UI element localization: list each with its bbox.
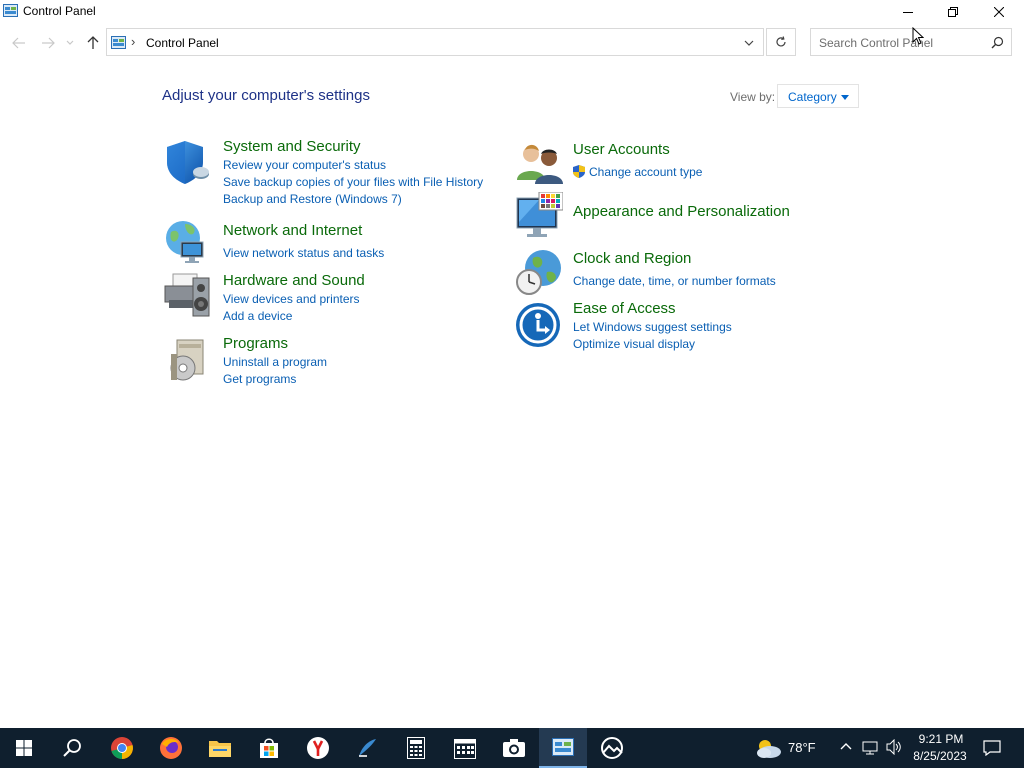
taskbar-camera[interactable] — [490, 728, 538, 768]
restore-icon — [948, 7, 958, 17]
back-button[interactable] — [10, 34, 28, 52]
programs-disc-icon[interactable] — [163, 336, 211, 384]
clock-globe-icon[interactable] — [515, 248, 563, 296]
taskbar-firefox[interactable] — [147, 728, 195, 768]
close-icon — [994, 7, 1004, 17]
link-review-computer-status[interactable]: Review your computer's status — [223, 158, 386, 172]
notification-icon — [983, 740, 1001, 756]
chrome-icon — [111, 737, 133, 759]
shield-icon[interactable] — [163, 138, 211, 186]
recent-locations-button[interactable] — [64, 34, 76, 52]
taskbar-photos[interactable] — [588, 728, 636, 768]
taskbar-yandex[interactable] — [294, 728, 342, 768]
search-input[interactable]: Search Control Panel — [810, 28, 1012, 56]
weather-cloudy-icon — [757, 740, 781, 758]
uac-shield-icon — [573, 165, 585, 178]
taskbar-file-explorer[interactable] — [196, 728, 244, 768]
clock-date[interactable]: 8/25/2023 — [908, 749, 972, 763]
address-bar[interactable]: › Control Panel — [106, 28, 764, 56]
category-title-user-accounts[interactable]: User Accounts — [573, 141, 670, 158]
taskbar-calculator[interactable] — [392, 728, 440, 768]
up-button[interactable] — [84, 34, 102, 52]
view-by-dropdown[interactable]: Category — [777, 84, 859, 108]
link-add-a-device[interactable]: Add a device — [223, 309, 292, 323]
control-panel-icon — [552, 738, 574, 756]
control-panel-icon — [111, 36, 126, 49]
chevron-up-icon[interactable] — [840, 742, 852, 750]
search-icon[interactable] — [991, 36, 1004, 49]
mouse-cursor-icon — [912, 27, 924, 45]
view-by-value[interactable]: Category — [788, 90, 837, 104]
category-title-hardware-and-sound[interactable]: Hardware and Sound — [223, 272, 365, 289]
store-icon — [260, 738, 278, 758]
address-history-button[interactable] — [740, 35, 758, 51]
file-explorer-icon — [209, 741, 231, 757]
calculator-icon — [407, 737, 425, 759]
refresh-button[interactable] — [766, 28, 796, 56]
users-icon[interactable] — [515, 140, 563, 188]
network-icon[interactable] — [862, 740, 880, 756]
view-by-label: View by: — [730, 90, 776, 104]
close-button[interactable] — [976, 0, 1022, 24]
category-title-programs[interactable]: Programs — [223, 335, 288, 352]
caret-down-icon — [841, 95, 849, 100]
app-icon — [359, 739, 376, 757]
taskbar-app[interactable] — [343, 728, 391, 768]
link-change-account-type[interactable]: Change account type — [589, 165, 702, 179]
minimize-button[interactable] — [885, 0, 931, 24]
category-title-ease-of-access[interactable]: Ease of Access — [573, 300, 676, 317]
network-globe-icon[interactable] — [163, 218, 211, 266]
chevron-down-icon — [66, 40, 74, 45]
link-windows-suggest-settings[interactable]: Let Windows suggest settings — [573, 320, 732, 334]
yandex-icon — [307, 737, 329, 759]
link-network-status[interactable]: View network status and tasks — [223, 246, 384, 260]
arrow-right-icon — [42, 37, 55, 49]
taskbar-store[interactable] — [245, 728, 293, 768]
link-uninstall-program[interactable]: Uninstall a program — [223, 355, 327, 369]
weather-temperature[interactable]: 78°F — [788, 740, 816, 755]
window-title: Control Panel — [23, 4, 96, 18]
link-devices-and-printers[interactable]: View devices and printers — [223, 292, 360, 306]
camera-icon — [503, 739, 525, 757]
page-title: Adjust your computer's settings — [162, 87, 370, 104]
windows-logo-icon — [16, 740, 32, 756]
arrow-left-icon — [12, 37, 25, 49]
printer-speaker-icon[interactable] — [163, 272, 211, 320]
taskbar-calendar[interactable] — [441, 728, 489, 768]
link-optimize-visual-display[interactable]: Optimize visual display — [573, 337, 695, 351]
forward-button[interactable] — [39, 34, 57, 52]
minimize-icon — [903, 12, 913, 13]
taskbar-search-button[interactable] — [48, 728, 96, 768]
notifications-button[interactable] — [970, 728, 1014, 768]
ease-of-access-icon[interactable] — [515, 302, 563, 350]
breadcrumb[interactable]: Control Panel — [146, 36, 219, 50]
category-title-appearance-and-personalization[interactable]: Appearance and Personalization — [573, 203, 790, 220]
control-panel-icon — [3, 4, 18, 17]
taskbar: 78°F 9:21 PM 8/25/2023 — [0, 728, 1024, 768]
taskbar-chrome[interactable] — [98, 728, 146, 768]
category-title-system-and-security[interactable]: System and Security — [223, 138, 361, 155]
refresh-icon — [776, 36, 786, 47]
firefox-icon — [160, 737, 182, 759]
restore-button[interactable] — [930, 0, 976, 24]
taskbar-control-panel[interactable] — [539, 728, 587, 768]
link-file-history-backup[interactable]: Save backup copies of your files with Fi… — [223, 175, 483, 189]
category-title-clock-and-region[interactable]: Clock and Region — [573, 250, 691, 267]
link-backup-and-restore[interactable]: Backup and Restore (Windows 7) — [223, 192, 402, 206]
search-icon — [63, 739, 81, 757]
category-title-network-and-internet[interactable]: Network and Internet — [223, 222, 362, 239]
title-bar: Control Panel — [0, 0, 1024, 24]
clock-time[interactable]: 9:21 PM — [912, 732, 970, 746]
navigation-bar: › Control Panel Search Control Panel — [0, 28, 1024, 58]
chevron-down-icon — [744, 40, 754, 46]
start-button[interactable] — [0, 728, 48, 768]
calendar-icon — [454, 739, 476, 759]
arrow-up-icon — [87, 36, 99, 49]
volume-icon[interactable] — [885, 739, 903, 755]
breadcrumb-separator[interactable]: › — [131, 34, 135, 49]
link-date-time-formats[interactable]: Change date, time, or number formats — [573, 274, 776, 288]
monitor-palette-icon[interactable] — [515, 192, 563, 240]
photos-icon — [601, 737, 623, 759]
link-get-programs[interactable]: Get programs — [223, 372, 296, 386]
